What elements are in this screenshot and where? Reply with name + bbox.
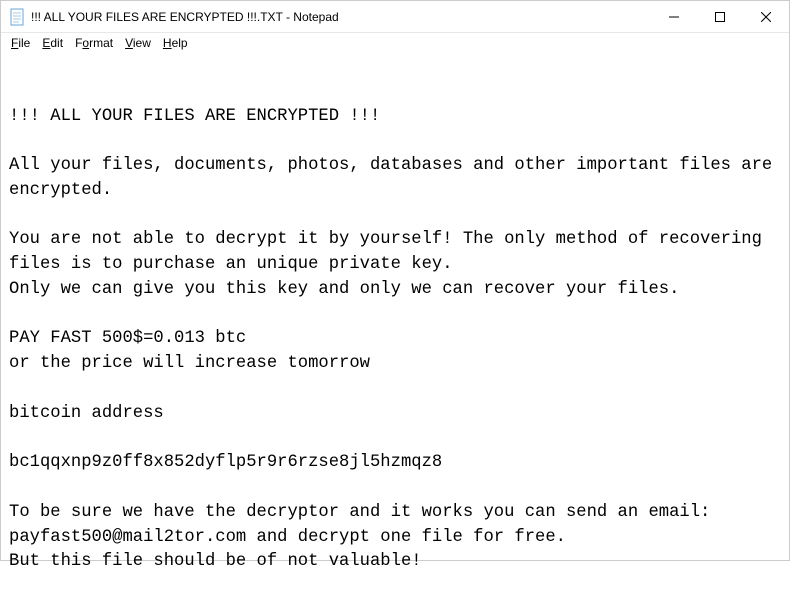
editor-content[interactable]: !!! ALL YOUR FILES ARE ENCRYPTED !!! All…	[1, 53, 789, 602]
minimize-button[interactable]	[651, 1, 697, 32]
notepad-icon	[9, 7, 25, 27]
menu-edit[interactable]: Edit	[36, 34, 69, 52]
maximize-button[interactable]	[697, 1, 743, 32]
document-text: !!! ALL YOUR FILES ARE ENCRYPTED !!! All…	[9, 105, 781, 576]
window-title: !!! ALL YOUR FILES ARE ENCRYPTED !!!.TXT…	[31, 10, 651, 24]
menu-view[interactable]: View	[119, 34, 157, 52]
window-controls	[651, 1, 789, 32]
titlebar: !!! ALL YOUR FILES ARE ENCRYPTED !!!.TXT…	[1, 1, 789, 33]
menu-format[interactable]: Format	[69, 34, 119, 52]
close-button[interactable]	[743, 1, 789, 32]
menu-file[interactable]: File	[5, 34, 36, 52]
menubar: File Edit Format View Help	[1, 33, 789, 53]
menu-help[interactable]: Help	[157, 34, 194, 52]
